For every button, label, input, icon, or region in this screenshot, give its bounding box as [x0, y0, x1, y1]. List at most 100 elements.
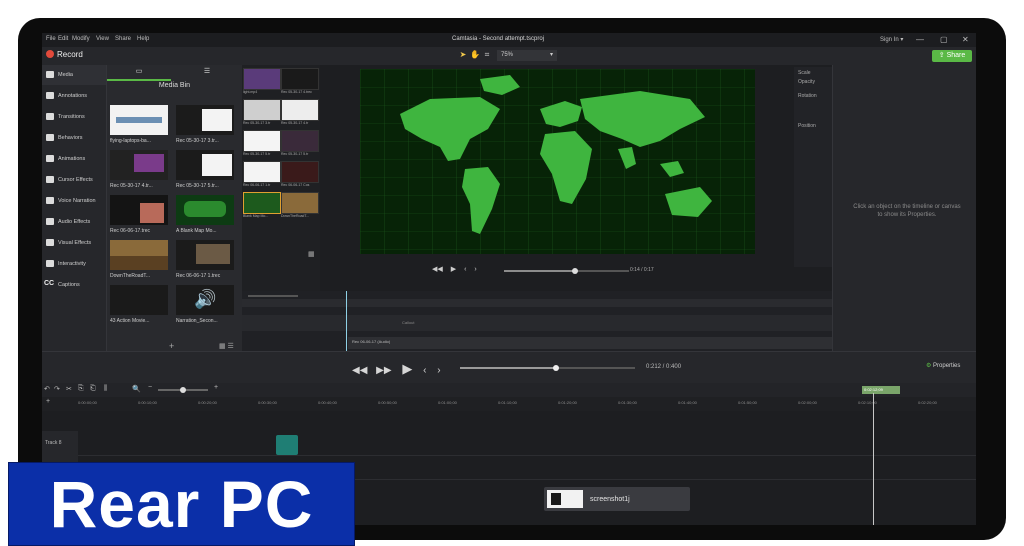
undo-icon[interactable]: ↶	[44, 385, 50, 393]
record-icon	[46, 50, 54, 58]
media-thumb[interactable]	[176, 105, 234, 135]
nav-transitions[interactable]: Transitions	[42, 107, 106, 127]
properties-button[interactable]: ⚙ Properties	[926, 362, 960, 369]
menu-edit[interactable]: Edit	[58, 36, 68, 42]
menu-help[interactable]: Help	[137, 36, 149, 42]
nav-label: Animations	[58, 156, 86, 162]
zoom-icon[interactable]: 🔍	[132, 385, 141, 393]
nav-animations[interactable]: Animations	[42, 149, 106, 169]
nav-annotations[interactable]: Annotations	[42, 86, 106, 106]
pan-tool-icon[interactable]: ✋	[470, 50, 480, 60]
maximize-icon[interactable]: ▢	[940, 35, 948, 44]
timeline-ruler[interactable]: + 0:00:00;00 0:00:10;00 0:00:20;00 0:00:…	[42, 397, 976, 412]
redo-icon[interactable]: ↷	[54, 385, 60, 393]
minimize-icon[interactable]: —	[916, 35, 924, 44]
media-thumb[interactable]	[110, 150, 168, 180]
next-icon[interactable]: ›	[474, 266, 476, 273]
copy-icon[interactable]: ⎘	[78, 385, 84, 393]
preview-playhead[interactable]	[346, 291, 347, 351]
timeline-playhead[interactable]	[873, 393, 874, 525]
media-thumb[interactable]	[176, 240, 234, 270]
close-icon[interactable]: ✕	[962, 35, 969, 44]
record-button[interactable]: Record	[46, 50, 83, 59]
strip-thumb[interactable]	[243, 130, 281, 152]
media-label: Rec 05-30-17 4.tr...	[110, 183, 153, 189]
strip-thumb[interactable]	[243, 192, 281, 214]
screenshot-clip[interactable]: screenshot1j	[544, 487, 690, 511]
strip-label: DownTheRoadT...	[281, 214, 310, 218]
strip-thumb[interactable]	[281, 99, 319, 121]
share-button[interactable]: ⇪ Share	[932, 50, 972, 62]
zoom-out-icon[interactable]: −	[148, 384, 152, 391]
paste-icon[interactable]: ⎗	[90, 385, 96, 393]
chevron-down-icon: ▾	[549, 52, 553, 58]
crop-tool-icon[interactable]: ⌗	[482, 50, 492, 60]
zoom-select[interactable]: 75% ▾	[497, 50, 557, 61]
play-button[interactable]: ▶	[402, 361, 412, 376]
canvas-preview[interactable]	[360, 69, 755, 254]
add-track-icon[interactable]: +	[46, 398, 50, 405]
preview-scrubber[interactable]	[504, 268, 629, 274]
transition-clip[interactable]	[276, 435, 298, 455]
media-thumb[interactable]	[110, 105, 168, 135]
select-tool-icon[interactable]: ➤	[458, 50, 468, 60]
strip-thumb[interactable]	[243, 161, 281, 183]
strip-thumb[interactable]	[281, 161, 319, 183]
menu-file[interactable]: File	[46, 36, 56, 42]
main-scrubber[interactable]	[460, 365, 635, 371]
properties-button-label: Properties	[933, 363, 961, 369]
nav-behaviors[interactable]: Behaviors	[42, 128, 106, 148]
strip-label: Blank Map Mo...	[243, 214, 269, 218]
timeline-zoom-slider[interactable]	[158, 387, 208, 393]
media-thumb[interactable]	[110, 285, 168, 315]
nav-cursor-effects[interactable]: Cursor Effects	[42, 170, 106, 190]
nav-media[interactable]: Media	[42, 65, 106, 85]
add-media-button[interactable]: +	[169, 341, 174, 351]
signin-link[interactable]: Sign In ▾	[880, 36, 903, 43]
ruler-tick: 0:00:10;00	[138, 400, 157, 405]
nav-captions[interactable]: CC Captions	[42, 275, 106, 295]
step-back-icon[interactable]: ◀◀	[432, 266, 443, 273]
share-icon: ⇪	[938, 52, 947, 59]
speaker-icon: 🔊	[194, 289, 217, 309]
prev-marker-icon[interactable]: ‹	[423, 365, 426, 376]
nav-voice-narration[interactable]: Voice Narration	[42, 191, 106, 211]
ruler-tick: 0:00:20;00	[198, 400, 217, 405]
audio-clip[interactable]: Rec 06-06-17 (Audio)	[348, 337, 832, 349]
nav-audio-effects[interactable]: Audio Effects	[42, 212, 106, 232]
media-thumb[interactable]	[110, 195, 168, 225]
grid-view-icon[interactable]: ▦ ☰	[219, 342, 234, 350]
strip-thumb[interactable]	[281, 192, 319, 214]
properties-hint: Click an object on the timeline or canva…	[853, 204, 961, 218]
nav-visual-effects[interactable]: Visual Effects	[42, 233, 106, 253]
menu-share[interactable]: Share	[115, 36, 131, 42]
cut-icon[interactable]: ✂	[66, 385, 72, 393]
tab-library[interactable]: ☰	[175, 67, 239, 79]
strip-label: Rec 05-30-17 4.trec	[281, 90, 312, 94]
strip-thumb[interactable]	[281, 68, 319, 90]
split-icon[interactable]: ⫼	[104, 385, 107, 393]
tab-media-bin[interactable]: ▭	[107, 67, 171, 81]
media-thumb[interactable]	[176, 150, 234, 180]
strip-thumb[interactable]	[243, 99, 281, 121]
nav-interactivity[interactable]: Interactivity	[42, 254, 106, 274]
play-icon[interactable]: ▶	[451, 266, 456, 273]
zoom-slider[interactable]	[248, 295, 298, 297]
track-header[interactable]: Track 8	[42, 431, 78, 455]
rewind-icon[interactable]: ◀◀	[352, 365, 367, 376]
media-thumb[interactable]: 🔊	[176, 285, 234, 315]
ruler-tick: 0:00:30;00	[258, 400, 277, 405]
media-thumb[interactable]	[176, 195, 234, 225]
next-marker-icon[interactable]: ›	[437, 365, 440, 376]
media-label: DownTheRoadT...	[110, 273, 151, 279]
canvas-grid-icon[interactable]: ▦	[308, 250, 315, 258]
media-thumb[interactable]	[110, 240, 168, 270]
zoom-in-icon[interactable]: +	[214, 384, 218, 391]
step-icon[interactable]: ▶▶	[376, 365, 391, 376]
prev-icon[interactable]: ‹	[464, 266, 466, 273]
wand-icon	[46, 239, 54, 246]
menu-view[interactable]: View	[96, 36, 109, 42]
menu-modify[interactable]: Modify	[72, 36, 90, 42]
strip-thumb[interactable]	[243, 68, 281, 90]
strip-thumb[interactable]	[281, 130, 319, 152]
